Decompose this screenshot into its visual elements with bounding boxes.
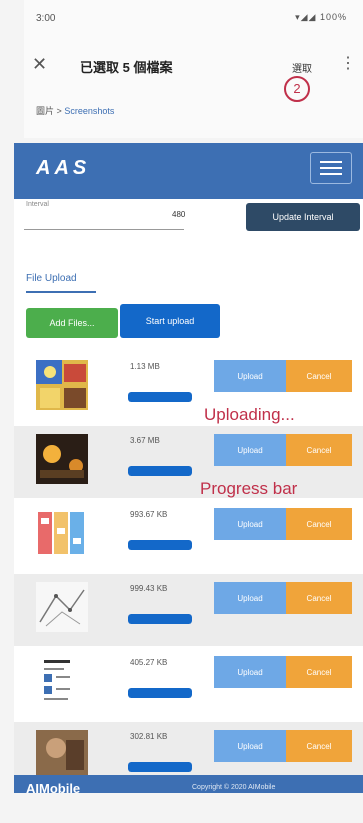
breadcrumb-separator: >: [56, 106, 62, 116]
upload-progress-bar: [128, 614, 192, 624]
file-row: 993.67 KB Upload Cancel: [14, 500, 363, 572]
file-size: 302.81 KB: [130, 732, 168, 741]
hamburger-menu-icon[interactable]: [310, 152, 352, 184]
file-size: 999.43 KB: [130, 584, 168, 593]
row-upload-button[interactable]: Upload: [214, 730, 286, 762]
file-size: 1.13 MB: [130, 362, 160, 371]
file-thumbnail: [36, 730, 88, 780]
row-cancel-button[interactable]: Cancel: [286, 360, 352, 392]
signal-battery-icon: ▾◢◢ 100%: [295, 12, 347, 22]
select-done-button[interactable]: 選取: [292, 60, 312, 75]
navbar: AAS: [14, 143, 363, 199]
status-time: 3:00: [36, 13, 56, 24]
interval-input-underline: [24, 229, 184, 230]
title-underline: [26, 291, 96, 293]
status-bar: 3:00 ▾◢◢ 100%: [24, 0, 363, 38]
start-upload-button[interactable]: Start upload: [120, 304, 220, 338]
row-cancel-button[interactable]: Cancel: [286, 434, 352, 466]
file-row: 1.13 MB Upload Cancel: [14, 352, 363, 424]
upload-app: AAS Interval 480 Update Interval File Up…: [14, 143, 363, 793]
footer-brand: AIMobile: [26, 781, 81, 793]
update-interval-button[interactable]: Update Interval: [246, 203, 360, 231]
file-thumbnail: [36, 656, 88, 706]
file-row: 3.67 MB Upload Cancel: [14, 426, 363, 498]
file-picker-header: ✕ 已選取 5 個檔案 選取 2 ⋮ 圖片 > Screenshots: [24, 38, 363, 138]
add-files-button[interactable]: Add Files...: [26, 308, 118, 338]
row-upload-button[interactable]: Upload: [214, 656, 286, 688]
row-upload-button[interactable]: Upload: [214, 582, 286, 614]
uploading-annotation: Uploading...: [204, 405, 295, 424]
file-thumbnail: [36, 434, 88, 484]
upload-progress-bar: [128, 392, 192, 402]
breadcrumb-current[interactable]: Screenshots: [64, 106, 114, 116]
row-cancel-button[interactable]: Cancel: [286, 582, 352, 614]
bottom-area: [24, 793, 363, 823]
phone-screen: 3:00 ▾◢◢ 100% ✕ 已選取 5 個檔案 選取 2 ⋮ 圖片 > Sc…: [0, 0, 363, 823]
upload-progress-bar: [128, 466, 192, 476]
upload-progress-bar: [128, 688, 192, 698]
brand-logo[interactable]: AAS: [36, 157, 90, 180]
file-upload-title: File Upload: [26, 273, 77, 284]
close-icon[interactable]: ✕: [32, 54, 47, 75]
file-thumbnail: [36, 360, 88, 410]
file-thumbnail: [36, 582, 88, 632]
interval-label: Interval: [26, 201, 49, 208]
progress-bar-annotation: Progress bar: [200, 479, 298, 498]
row-cancel-button[interactable]: Cancel: [286, 508, 352, 540]
interval-input[interactable]: 480: [172, 210, 185, 219]
footer-copyright: Copyright © 2020 AIMobile: [192, 784, 276, 791]
more-options-icon[interactable]: ⋮: [340, 53, 356, 73]
file-thumbnail: [36, 508, 88, 558]
file-row: 405.27 KB Upload Cancel: [14, 648, 363, 720]
breadcrumb-root[interactable]: 圖片: [36, 106, 54, 116]
footer: AIMobile Copyright © 2020 AIMobile: [14, 775, 363, 793]
row-upload-button[interactable]: Upload: [214, 434, 286, 466]
file-size: 3.67 MB: [130, 436, 160, 445]
row-cancel-button[interactable]: Cancel: [286, 656, 352, 688]
file-size: 405.27 KB: [130, 658, 168, 667]
row-upload-button[interactable]: Upload: [214, 360, 286, 392]
picker-title: 已選取 5 個檔案: [80, 60, 173, 75]
row-upload-button[interactable]: Upload: [214, 508, 286, 540]
step-number-badge: 2: [284, 76, 310, 102]
file-row: 999.43 KB Upload Cancel: [14, 574, 363, 646]
upload-progress-bar: [128, 540, 192, 550]
file-size: 993.67 KB: [130, 510, 168, 519]
breadcrumb: 圖片 > Screenshots: [36, 104, 114, 117]
upload-progress-bar: [128, 762, 192, 772]
row-cancel-button[interactable]: Cancel: [286, 730, 352, 762]
